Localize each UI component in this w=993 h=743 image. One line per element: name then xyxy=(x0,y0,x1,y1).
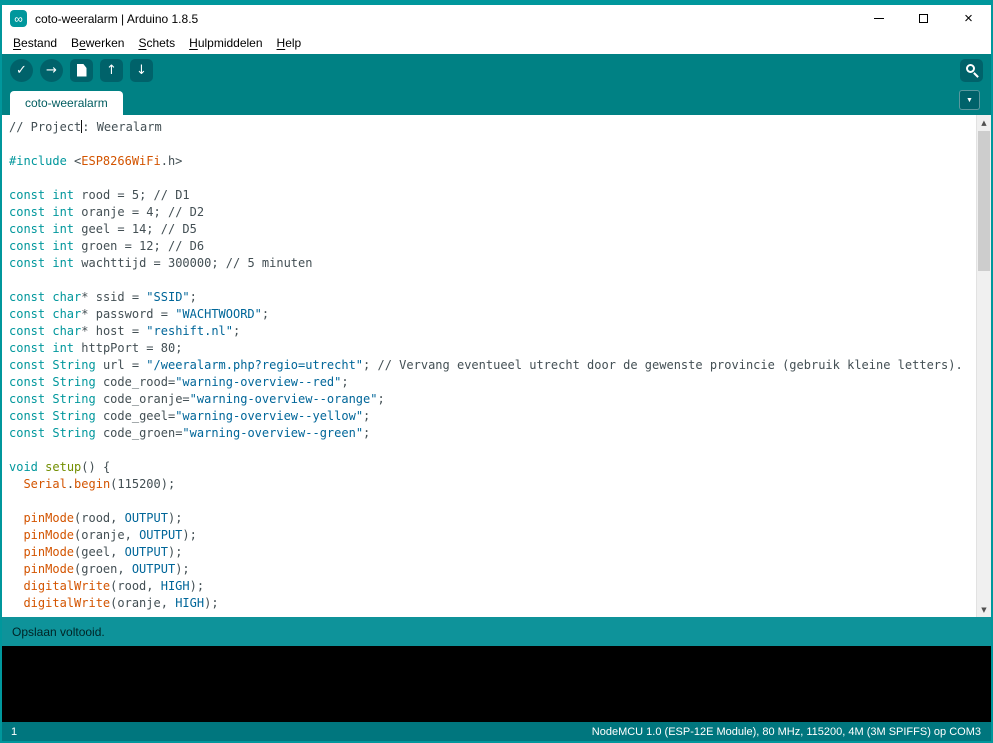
scroll-up-icon: ▲ xyxy=(981,119,986,127)
chevron-down-icon: ▼ xyxy=(966,97,973,104)
check-icon: ✓ xyxy=(16,64,27,77)
save-button[interactable]: ↓ xyxy=(130,59,153,82)
scroll-down-icon: ▼ xyxy=(981,606,986,614)
code-line[interactable]: digitalWrite(rood, HIGH); xyxy=(9,578,976,595)
arduino-logo-icon: ∞ xyxy=(10,10,27,27)
code-line[interactable]: const char* ssid = "SSID"; xyxy=(9,289,976,306)
console-output[interactable] xyxy=(2,646,991,722)
code-line[interactable]: const String code_rood="warning-overview… xyxy=(9,374,976,391)
code-line[interactable]: const String code_geel="warning-overview… xyxy=(9,408,976,425)
code-line[interactable]: const char* password = "WACHTWOORD"; xyxy=(9,306,976,323)
code-line[interactable]: Serial.begin(115200); xyxy=(9,476,976,493)
code-line[interactable] xyxy=(9,442,976,459)
code-line[interactable]: void setup() { xyxy=(9,459,976,476)
code-line[interactable]: pinMode(rood, OUTPUT); xyxy=(9,510,976,527)
down-arrow-icon: ↓ xyxy=(136,64,147,77)
maximize-icon xyxy=(919,14,928,23)
code-area[interactable]: // Project: Weeralarm #include <ESP8266Wi… xyxy=(2,115,976,617)
code-line[interactable] xyxy=(9,136,976,153)
code-line[interactable]: const String code_groen="warning-overvie… xyxy=(9,425,976,442)
tab-dropdown-button[interactable]: ▼ xyxy=(959,90,980,110)
serial-monitor-button[interactable] xyxy=(960,59,983,82)
title-bar: ∞ coto-weeralarm | Arduino 1.8.5 × xyxy=(2,5,991,32)
tab-bar: coto-weeralarm ▼ xyxy=(2,86,991,115)
menu-bar: BestandBewerkenSchetsHulpmiddelenHelp xyxy=(2,32,991,54)
footer-status-bar: 1 NodeMCU 1.0 (ESP-12E Module), 80 MHz, … xyxy=(2,722,991,741)
board-info: NodeMCU 1.0 (ESP-12E Module), 80 MHz, 11… xyxy=(592,726,981,738)
arduino-ide-window: ∞ coto-weeralarm | Arduino 1.8.5 × Besta… xyxy=(0,0,993,743)
menu-item-help[interactable]: Help xyxy=(270,33,309,53)
code-line[interactable]: pinMode(geel, OUTPUT); xyxy=(9,544,976,561)
code-line[interactable]: const int rood = 5; // D1 xyxy=(9,187,976,204)
code-line[interactable]: pinMode(groen, OUTPUT); xyxy=(9,561,976,578)
code-line[interactable] xyxy=(9,170,976,187)
maximize-button[interactable] xyxy=(901,5,946,32)
code-line[interactable] xyxy=(9,493,976,510)
scroll-down-button[interactable]: ▼ xyxy=(977,602,991,617)
menu-item-bewerken[interactable]: Bewerken xyxy=(64,33,131,53)
document-icon xyxy=(77,64,87,77)
menu-item-hulpmiddelen[interactable]: Hulpmiddelen xyxy=(182,33,269,53)
code-line[interactable]: // Project: Weeralarm xyxy=(9,119,976,136)
tab-label: coto-weeralarm xyxy=(25,96,108,110)
minimize-icon xyxy=(874,18,884,19)
up-arrow-icon: ↑ xyxy=(106,64,117,77)
menu-item-bestand[interactable]: Bestand xyxy=(6,33,64,53)
scroll-up-button[interactable]: ▲ xyxy=(977,115,991,130)
code-line[interactable]: const int geel = 14; // D5 xyxy=(9,221,976,238)
upload-button[interactable]: → xyxy=(40,59,63,82)
toolbar: ✓ → ↑ ↓ xyxy=(2,54,991,86)
tab-coto-weeralarm[interactable]: coto-weeralarm xyxy=(10,91,123,115)
status-bar: Opslaan voltooid. xyxy=(2,617,991,646)
open-button[interactable]: ↑ xyxy=(100,59,123,82)
code-line[interactable]: const char* host = "reshift.nl"; xyxy=(9,323,976,340)
code-line[interactable]: const String code_oranje="warning-overvi… xyxy=(9,391,976,408)
window-controls: × xyxy=(856,5,991,32)
cursor-line-number: 1 xyxy=(11,726,17,738)
code-line[interactable]: pinMode(oranje, OUTPUT); xyxy=(9,527,976,544)
menu-item-schets[interactable]: Schets xyxy=(131,33,182,53)
code-line[interactable]: const int wachttijd = 300000; // 5 minut… xyxy=(9,255,976,272)
new-sketch-button[interactable] xyxy=(70,59,93,82)
window-title: coto-weeralarm | Arduino 1.8.5 xyxy=(35,12,198,26)
vertical-scrollbar[interactable]: ▲ ▼ xyxy=(976,115,991,617)
magnifier-icon xyxy=(966,64,975,73)
scrollbar-thumb[interactable] xyxy=(978,131,990,271)
code-line[interactable]: const int oranje = 4; // D2 xyxy=(9,204,976,221)
status-message: Opslaan voltooid. xyxy=(12,625,105,639)
code-line[interactable]: const int groen = 12; // D6 xyxy=(9,238,976,255)
code-line[interactable]: #include <ESP8266WiFi.h> xyxy=(9,153,976,170)
close-icon: × xyxy=(964,11,973,26)
right-arrow-icon: → xyxy=(46,64,57,77)
minimize-button[interactable] xyxy=(856,5,901,32)
code-line[interactable] xyxy=(9,272,976,289)
code-line[interactable]: const int httpPort = 80; xyxy=(9,340,976,357)
close-button[interactable]: × xyxy=(946,5,991,32)
code-editor[interactable]: // Project: Weeralarm #include <ESP8266Wi… xyxy=(2,115,991,617)
code-line[interactable]: const String url = "/weeralarm.php?regio… xyxy=(9,357,976,374)
code-line[interactable]: digitalWrite(oranje, HIGH); xyxy=(9,595,976,612)
verify-button[interactable]: ✓ xyxy=(10,59,33,82)
